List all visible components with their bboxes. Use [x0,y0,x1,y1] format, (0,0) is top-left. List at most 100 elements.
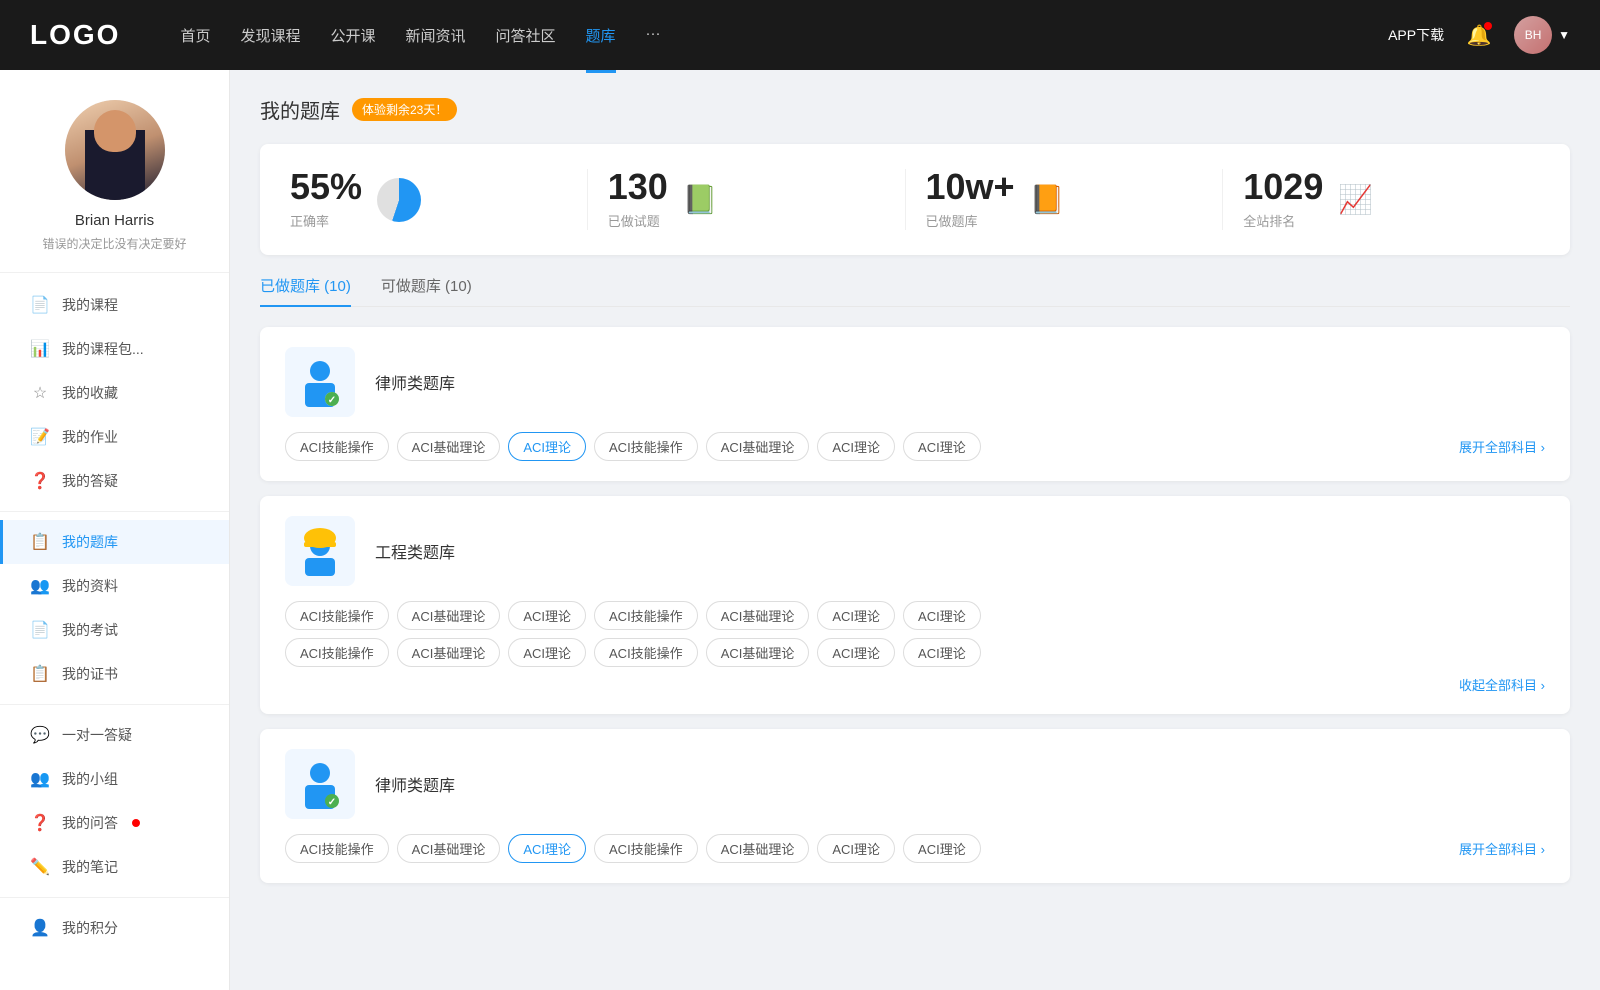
tag-item[interactable]: ACI技能操作 [594,432,698,461]
points-icon: 👤 [30,918,50,938]
stat-rank-label: 全站排名 [1243,211,1323,230]
tag-item[interactable]: ACI基础理论 [706,601,810,630]
sidebar-item-my-questions[interactable]: ❓ 我的问答 [0,801,229,845]
profile-motto: 错误的决定比没有决定要好 [42,235,186,252]
sidebar-item-one-on-one[interactable]: 💬 一对一答疑 [0,713,229,757]
sidebar-item-my-data[interactable]: 👥 我的资料 [0,564,229,608]
tag-item[interactable]: ACI理论 [903,432,981,461]
logo: LOGO [30,19,120,51]
bank-card-header-1: ✓ 律师类题库 [285,347,1545,417]
profile-name: Brian Harris [75,212,154,229]
tab-done-banks[interactable]: 已做题库 (10) [260,275,351,306]
tags-section-row2: ACI技能操作 ACI基础理论 ACI理论 ACI技能操作 ACI基础理论 AC… [285,638,1545,667]
sidebar-item-my-quiz[interactable]: 📋 我的题库 [0,520,229,564]
stat-site-rank: 1029 全站排名 📈 [1223,169,1540,230]
tag-item[interactable]: ACI基础理论 [706,834,810,863]
group-icon: 👥 [30,769,50,789]
stat-banks-value: 10w+ [926,169,1015,205]
sidebar-menu: 📄 我的课程 📊 我的课程包... ☆ 我的收藏 📝 我的作业 ❓ 我的答疑 � [0,283,229,950]
nav-quiz[interactable]: 题库 [586,20,616,51]
nav-qa[interactable]: 问答社区 [496,20,556,51]
tags-row-1: ACI技能操作 ACI基础理论 ACI理论 ACI技能操作 ACI基础理论 AC… [285,432,1545,461]
sidebar-item-my-points[interactable]: 👤 我的积分 [0,906,229,950]
stat-accuracy-value: 55% [290,169,362,205]
question-icon: ❓ [30,813,50,833]
nav-home[interactable]: 首页 [180,20,210,51]
tag-item[interactable]: ACI理论 [817,601,895,630]
tag-item[interactable]: ACI理论 [817,432,895,461]
tags-row-2a: ACI技能操作 ACI基础理论 ACI理论 ACI技能操作 ACI基础理论 AC… [285,601,1545,630]
tag-item[interactable]: ACI技能操作 [285,601,389,630]
expand-link-1[interactable]: 展开全部科目 › [1459,437,1545,456]
sidebar-item-label: 我的收藏 [62,383,118,403]
tag-item[interactable]: ACI技能操作 [285,432,389,461]
stat-banks-label: 已做题库 [926,211,1015,230]
engineer-svg-icon [295,526,345,576]
tags-row-3: ACI技能操作 ACI基础理论 ACI理论 ACI技能操作 ACI基础理论 AC… [285,834,1545,863]
tag-item[interactable]: ACI技能操作 [285,834,389,863]
tag-item[interactable]: ACI技能操作 [285,638,389,667]
profile-avatar-image [65,100,165,200]
sidebar-item-label: 我的作业 [62,427,118,447]
tag-item[interactable]: ACI理论 [508,638,586,667]
expand-link-3[interactable]: 展开全部科目 › [1459,839,1545,858]
menu-divider-2 [0,704,229,705]
tag-item[interactable]: ACI技能操作 [594,834,698,863]
stat-done-banks: 10w+ 已做题库 📙 [906,169,1224,230]
tag-item[interactable]: ACI理论 [817,834,895,863]
tag-item-selected[interactable]: ACI理论 [508,432,586,461]
tag-item[interactable]: ACI理论 [903,834,981,863]
tab-available-banks[interactable]: 可做题库 (10) [381,275,472,306]
tag-item[interactable]: ACI技能操作 [594,638,698,667]
notification-bell-button[interactable]: 🔔 [1464,20,1494,50]
bank-card-lawyer-2: ✓ 律师类题库 ACI技能操作 ACI基础理论 ACI理论 ACI技能操作 AC… [260,729,1570,883]
sidebar-item-homework[interactable]: 📝 我的作业 [0,415,229,459]
sidebar-item-label: 我的笔记 [62,857,118,877]
sidebar-item-label: 我的问答 [62,813,118,833]
trial-badge: 体验剩余23天！ [352,98,457,121]
sidebar-item-label: 我的考试 [62,620,118,640]
tag-item[interactable]: ACI基础理论 [706,638,810,667]
sidebar-item-label: 我的积分 [62,918,118,938]
tag-item[interactable]: ACI基础理论 [397,834,501,863]
exam-icon: 📄 [30,620,50,640]
nav-news[interactable]: 新闻资讯 [406,20,466,51]
stat-rank-value: 1029 [1243,169,1323,205]
sidebar-item-my-exam[interactable]: 📄 我的考试 [0,608,229,652]
qa-icon: ❓ [30,471,50,491]
tag-item[interactable]: ACI理论 [903,638,981,667]
sidebar-item-favorites[interactable]: ☆ 我的收藏 [0,371,229,415]
collapse-link-engineer[interactable]: 收起全部科目 › [285,675,1545,694]
chevron-down-icon: ▼ [1558,28,1570,42]
app-download-button[interactable]: APP下载 [1388,25,1444,45]
sidebar-item-label: 我的小组 [62,769,118,789]
sidebar-item-my-courses[interactable]: 📄 我的课程 [0,283,229,327]
user-avatar-area[interactable]: BH ▼ [1514,16,1570,54]
stat-done-text: 130 已做试题 [608,169,668,230]
main-layout: Brian Harris 错误的决定比没有决定要好 📄 我的课程 📊 我的课程包… [0,70,1600,990]
sidebar-item-label: 一对一答疑 [62,725,132,745]
sidebar-item-my-group[interactable]: 👥 我的小组 [0,757,229,801]
sidebar-item-course-package[interactable]: 📊 我的课程包... [0,327,229,371]
tag-item[interactable]: ACI基础理论 [397,432,501,461]
homework-icon: 📝 [30,427,50,447]
sidebar-item-certificate[interactable]: 📋 我的证书 [0,652,229,696]
chat-icon: 💬 [30,725,50,745]
sidebar-item-qa[interactable]: ❓ 我的答疑 [0,459,229,503]
tag-item[interactable]: ACI基础理论 [706,432,810,461]
nav-discover[interactable]: 发现课程 [240,20,300,51]
tag-item[interactable]: ACI理论 [817,638,895,667]
tag-item-selected[interactable]: ACI理论 [508,834,586,863]
tag-item[interactable]: ACI基础理论 [397,601,501,630]
sidebar-item-my-notes[interactable]: ✏️ 我的笔记 [0,845,229,889]
stat-done-value: 130 [608,169,668,205]
tag-item[interactable]: ACI理论 [903,601,981,630]
nav-open-course[interactable]: 公开课 [330,20,375,51]
svg-text:✓: ✓ [328,797,336,808]
bank-card-header-3: ✓ 律师类题库 [285,749,1545,819]
tag-item[interactable]: ACI技能操作 [594,601,698,630]
tag-item[interactable]: ACI基础理论 [397,638,501,667]
nav-more[interactable]: ··· [646,20,661,51]
tag-item[interactable]: ACI理论 [508,601,586,630]
star-icon: ☆ [30,383,50,403]
